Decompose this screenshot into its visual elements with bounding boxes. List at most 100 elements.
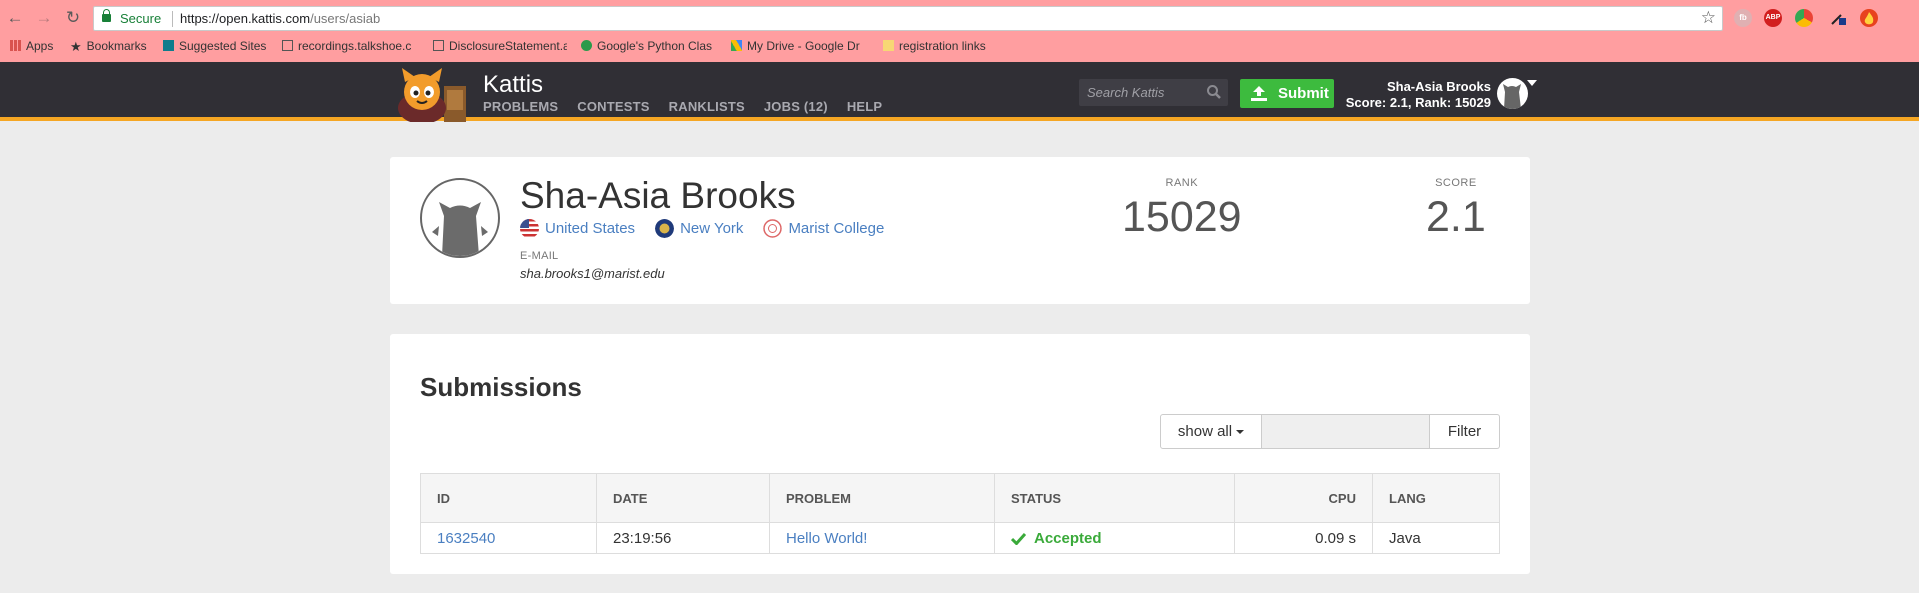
submissions-card: Submissions show all Filter ID DATE PROB… xyxy=(390,334,1530,574)
star-icon: ★ xyxy=(70,39,82,53)
nav-contests[interactable]: CONTESTS xyxy=(577,99,649,114)
nav-ranklists[interactable]: RANKLISTS xyxy=(669,99,745,114)
page-icon xyxy=(433,40,444,51)
divider xyxy=(172,11,173,27)
profile-affiliations: United States New York Marist College xyxy=(520,219,904,238)
score-stat: SCORE 2.1 xyxy=(1426,177,1486,242)
submissions-filter: show all Filter xyxy=(1160,414,1500,449)
cell-id: 1632540 xyxy=(421,523,597,553)
bookmark-label: registration links xyxy=(899,39,986,53)
cat-avatar-icon xyxy=(1503,84,1521,109)
cell-problem: Hello World! xyxy=(770,523,995,553)
cell-date: 23:19:56 xyxy=(597,523,770,553)
reload-icon[interactable]: ↻ xyxy=(62,7,84,29)
bookmark-registration[interactable]: registration links xyxy=(883,39,986,53)
region-label: New York xyxy=(680,220,744,237)
email-value: sha.brooks1@marist.edu xyxy=(520,266,665,281)
profile-card: Sha-Asia Brooks United States New York M… xyxy=(390,157,1530,304)
drive-icon xyxy=(731,40,742,51)
score-label: SCORE xyxy=(1435,177,1477,189)
bookmark-label: recordings.talkshoe.c xyxy=(298,39,412,53)
user-menu-caret-icon[interactable] xyxy=(1527,80,1537,86)
extension-chrome-icon[interactable] xyxy=(1795,9,1813,27)
folder-icon xyxy=(883,40,894,51)
bookmark-label: Google's Python Clas xyxy=(597,39,713,53)
col-status: STATUS xyxy=(995,474,1235,522)
user-score-rank: Score: 2.1, Rank: 15029 xyxy=(1345,95,1491,110)
col-cpu: CPU xyxy=(1235,474,1373,522)
submissions-title: Submissions xyxy=(420,372,582,402)
bookmark-disclosure[interactable]: DisclosureStatement.a xyxy=(433,39,567,53)
col-problem: PROBLEM xyxy=(770,474,995,522)
bookmark-label: Apps xyxy=(26,39,54,53)
url-text[interactable]: https://open.kattis.com/users/asiab xyxy=(180,11,380,26)
user-name: Sha-Asia Brooks xyxy=(1386,79,1491,94)
bookmark-python-class[interactable]: Google's Python Clas xyxy=(581,39,718,53)
country-label: United States xyxy=(545,220,636,237)
bookmark-label: DisclosureStatement.a xyxy=(449,39,567,53)
bookmark-star-icon[interactable]: ☆ xyxy=(1701,8,1716,28)
school-label: Marist College xyxy=(788,220,885,237)
rank-stat: RANK 15029 xyxy=(1122,177,1242,242)
bookmark-apps[interactable]: Apps xyxy=(10,39,53,53)
show-all-label: show all xyxy=(1177,423,1233,440)
nav-problems[interactable]: PROBLEMS xyxy=(483,99,558,114)
forward-icon[interactable]: → xyxy=(33,7,55,29)
bookmark-suggested-sites[interactable]: Suggested Sites xyxy=(163,39,266,53)
col-date: DATE xyxy=(597,474,770,522)
google-icon xyxy=(581,40,592,51)
url-bar[interactable]: Secure https://open.kattis.com/users/asi… xyxy=(93,6,1723,31)
user-avatar[interactable] xyxy=(1497,78,1528,109)
show-all-dropdown[interactable]: show all xyxy=(1160,414,1262,449)
site-search xyxy=(1079,79,1228,106)
profile-avatar xyxy=(420,178,500,258)
extension-picker-icon[interactable] xyxy=(1829,9,1847,27)
email-label: E-MAIL xyxy=(520,250,559,262)
nav-help[interactable]: HELP xyxy=(847,99,882,114)
nav-jobs[interactable]: JOBS (12) xyxy=(764,99,828,114)
secure-label: Secure xyxy=(120,11,162,26)
bookmark-my-drive[interactable]: My Drive - Google Dr xyxy=(731,39,867,53)
table-header: ID DATE PROBLEM STATUS CPU LANG xyxy=(421,474,1499,522)
extension-adblock-icon[interactable]: ABP xyxy=(1764,9,1782,27)
back-icon[interactable]: ← xyxy=(4,7,26,29)
extension-fb-icon[interactable]: fb xyxy=(1734,9,1752,27)
brand-title[interactable]: Kattis xyxy=(483,71,543,99)
bing-icon xyxy=(163,40,174,51)
submissions-table: ID DATE PROBLEM STATUS CPU LANG 1632540 … xyxy=(420,473,1500,554)
col-lang: LANG xyxy=(1389,490,1426,506)
col-id: ID xyxy=(421,474,597,522)
main-nav: PROBLEMS CONTESTS RANKLISTS JOBS (12) HE… xyxy=(483,99,882,114)
bookmarks-bar: Apps ★ Bookmarks Suggested Sites recordin… xyxy=(0,36,1919,58)
cell-status: Accepted xyxy=(995,523,1235,553)
bookmark-bookmarks[interactable]: ★ Bookmarks xyxy=(70,39,147,53)
cell-lang: Java xyxy=(1389,529,1421,547)
filter-input[interactable] xyxy=(1262,414,1430,449)
school-link[interactable]: Marist College xyxy=(763,219,884,238)
extension-fire-icon[interactable] xyxy=(1860,9,1878,27)
cell-cpu: 0.09 s xyxy=(1235,523,1373,553)
problem-link[interactable]: Hello World! xyxy=(786,530,867,547)
submission-id-link[interactable]: 1632540 xyxy=(437,530,495,547)
score-value: 2.1 xyxy=(1426,193,1486,241)
url-host: https://open.kattis.com xyxy=(180,11,311,26)
country-link[interactable]: United States xyxy=(520,219,635,238)
kattis-logo-icon[interactable] xyxy=(390,68,470,122)
submit-button[interactable]: Submit xyxy=(1240,79,1334,108)
page-icon xyxy=(282,40,293,51)
lock-icon xyxy=(102,9,111,22)
submit-label: Submit xyxy=(1278,85,1329,102)
bookmark-label: Bookmarks xyxy=(86,39,147,53)
apps-grid-icon xyxy=(10,40,21,51)
rank-label: RANK xyxy=(1165,177,1199,189)
filter-button[interactable]: Filter xyxy=(1430,414,1500,449)
rank-value: 15029 xyxy=(1122,193,1242,241)
new-york-seal-icon xyxy=(655,219,675,238)
status-label: Accepted xyxy=(1034,529,1102,547)
bookmark-recordings[interactable]: recordings.talkshoe.c xyxy=(282,39,416,53)
search-icon[interactable] xyxy=(1206,84,1222,100)
user-summary[interactable]: Sha-Asia Brooks Score: 2.1, Rank: 15029 xyxy=(1343,79,1491,111)
region-link[interactable]: New York xyxy=(655,219,743,238)
url-path: /users/asiab xyxy=(310,11,381,26)
search-input[interactable] xyxy=(1079,79,1204,106)
